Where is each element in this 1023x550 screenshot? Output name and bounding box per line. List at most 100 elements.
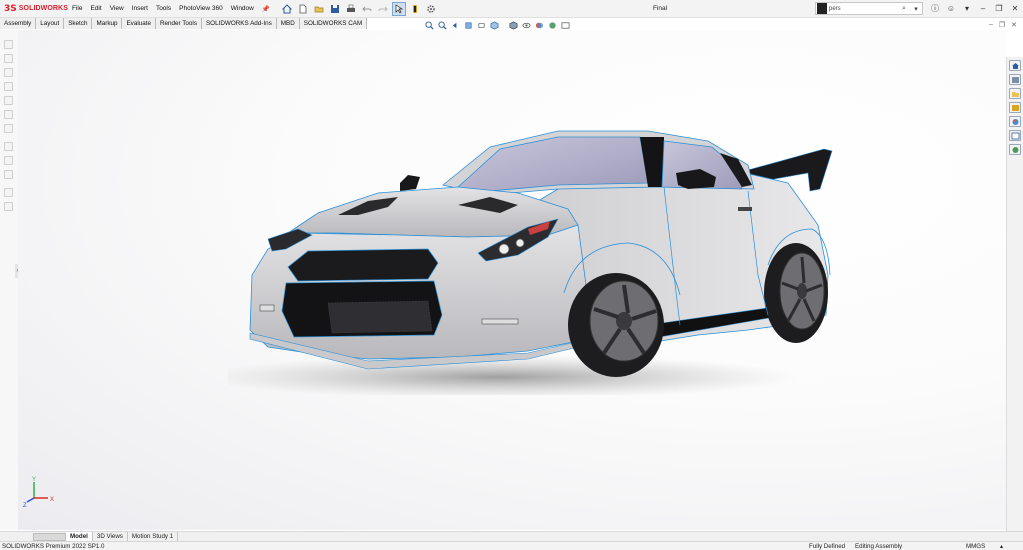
tab-3d-views[interactable]: 3D Views	[93, 532, 128, 541]
triad-x-label: X	[50, 497, 54, 503]
edit-appearance-icon[interactable]	[534, 20, 545, 31]
display-manager-icon[interactable]	[4, 96, 13, 105]
restore-icon[interactable]: ❐	[993, 2, 1005, 15]
editing-mode: Editing Assembly	[855, 543, 903, 550]
tree-tool-icon[interactable]	[4, 202, 13, 211]
feature-manager-strip	[0, 30, 18, 530]
feature-tree-icon[interactable]	[4, 40, 13, 49]
configuration-icon[interactable]	[4, 68, 13, 77]
unit-system[interactable]: MMGS	[966, 543, 985, 550]
tree-tool-icon[interactable]	[4, 170, 13, 179]
tab-layout[interactable]: Layout	[36, 18, 65, 29]
help-dropdown-icon[interactable]: ▾	[961, 2, 973, 15]
menu-file[interactable]: File	[68, 5, 86, 12]
tab-motion-study[interactable]: Motion Study 1	[128, 532, 179, 541]
status-expand-icon[interactable]: ▴	[1000, 543, 1003, 550]
front-wheel[interactable]	[568, 273, 664, 377]
tree-tool-icon[interactable]	[4, 188, 13, 197]
search-box[interactable]: pers ⌕ ▾	[815, 2, 923, 15]
title-bar: 3S SOLIDWORKS File Edit View Insert Tool…	[0, 0, 1023, 18]
undo-icon[interactable]	[360, 2, 374, 16]
fog-light-right	[481, 318, 519, 325]
quick-access-toolbar	[280, 1, 438, 16]
triad-z-label: Z	[23, 503, 27, 508]
tab-render-tools[interactable]: Render Tools	[155, 18, 202, 29]
file-explorer-icon[interactable]	[1009, 88, 1021, 99]
options-icon[interactable]	[424, 2, 438, 16]
cam-feature-icon[interactable]	[4, 110, 13, 119]
view-orientation-icon[interactable]	[489, 20, 500, 31]
menu-view[interactable]: View	[106, 5, 128, 12]
viewport-minimize-icon[interactable]: –	[989, 21, 993, 29]
viewport-close-icon[interactable]: ✕	[1011, 21, 1017, 29]
menu-tools[interactable]: Tools	[152, 5, 175, 12]
pin-icon[interactable]: 📌	[258, 5, 274, 13]
open-icon[interactable]	[312, 2, 326, 16]
property-manager-icon[interactable]	[4, 54, 13, 63]
previous-view-icon[interactable]	[450, 20, 461, 31]
dynamic-annotation-icon[interactable]	[476, 20, 487, 31]
display-style-icon[interactable]	[508, 20, 519, 31]
menu-photoview[interactable]: PhotoView 360	[175, 5, 227, 12]
rebuild-icon[interactable]	[408, 2, 422, 16]
menu-insert[interactable]: Insert	[128, 5, 152, 12]
close-icon[interactable]: ✕	[1009, 2, 1021, 15]
cam-operation-icon[interactable]	[4, 124, 13, 133]
apply-scene-icon[interactable]	[547, 20, 558, 31]
dimxpert-icon[interactable]	[4, 82, 13, 91]
menu-edit[interactable]: Edit	[86, 5, 105, 12]
door-handle[interactable]	[738, 207, 752, 211]
window-controls: ⓘ ☺ ▾ – ❐ ✕	[929, 2, 1021, 15]
select-icon[interactable]	[391, 1, 406, 16]
ds-logo-mark: 3S	[4, 3, 17, 14]
print-icon[interactable]	[344, 2, 358, 16]
tab-assembly[interactable]: Assembly	[0, 18, 37, 29]
minimize-icon[interactable]: –	[977, 2, 989, 15]
hide-show-icon[interactable]	[521, 20, 532, 31]
tab-mbd[interactable]: MBD	[276, 18, 300, 29]
home-icon[interactable]	[280, 2, 294, 16]
roof-antenna[interactable]	[400, 175, 420, 191]
save-icon[interactable]	[328, 2, 342, 16]
appearances-icon[interactable]	[1009, 116, 1021, 127]
search-input[interactable]: pers	[829, 6, 898, 12]
redo-icon[interactable]	[376, 2, 390, 16]
tab-evaluate[interactable]: Evaluate	[122, 18, 156, 29]
section-view-icon[interactable]	[463, 20, 474, 31]
search-dropdown-icon[interactable]: ▾	[910, 5, 922, 13]
brand-name: SOLIDWORKS	[18, 5, 68, 12]
tree-tool-icon[interactable]	[4, 156, 13, 165]
model-tabs-bar: Model 3D Views Motion Study 1	[0, 531, 1023, 541]
tab-addins[interactable]: SOLIDWORKS Add-Ins	[201, 18, 277, 29]
product-version: SOLIDWORKS Premium 2022 SP1.0	[2, 543, 105, 550]
solidworks-resources-icon[interactable]	[1009, 60, 1021, 71]
zoom-to-fit-icon[interactable]	[424, 20, 435, 31]
rear-wheel[interactable]	[764, 243, 828, 343]
search-icon[interactable]: ⌕	[898, 5, 910, 13]
front-grille[interactable]	[287, 248, 439, 282]
tab-cam[interactable]: SOLIDWORKS CAM	[299, 18, 368, 29]
mesh-grille[interactable]	[327, 300, 433, 334]
tab-model[interactable]: Model	[66, 532, 93, 541]
view-settings-icon[interactable]	[560, 20, 571, 31]
design-library-icon[interactable]	[1009, 74, 1021, 85]
user-icon[interactable]: ☺	[945, 2, 957, 15]
forum-icon[interactable]	[1009, 144, 1021, 155]
zoom-area-icon[interactable]	[437, 20, 448, 31]
tab-sketch[interactable]: Sketch	[64, 18, 93, 29]
windshield[interactable]	[457, 136, 649, 192]
tab-markup[interactable]: Markup	[92, 18, 123, 29]
tree-tool-icon[interactable]	[4, 142, 13, 151]
custom-properties-icon[interactable]	[1009, 130, 1021, 141]
new-icon[interactable]	[296, 2, 310, 16]
car-model[interactable]	[228, 125, 848, 395]
solidworks-logo[interactable]: 3S SOLIDWORKS	[0, 4, 68, 14]
tab-scroll-control[interactable]	[33, 532, 66, 541]
menu-window[interactable]: Window	[227, 5, 258, 12]
status-bar: SOLIDWORKS Premium 2022 SP1.0 Fully Defi…	[0, 541, 1023, 550]
viewport-restore-icon[interactable]: ❐	[999, 21, 1005, 29]
view-palette-icon[interactable]	[1009, 102, 1021, 113]
search-scope-icon[interactable]	[817, 3, 827, 14]
task-pane	[1006, 57, 1023, 535]
help-icon[interactable]: ⓘ	[929, 2, 941, 15]
